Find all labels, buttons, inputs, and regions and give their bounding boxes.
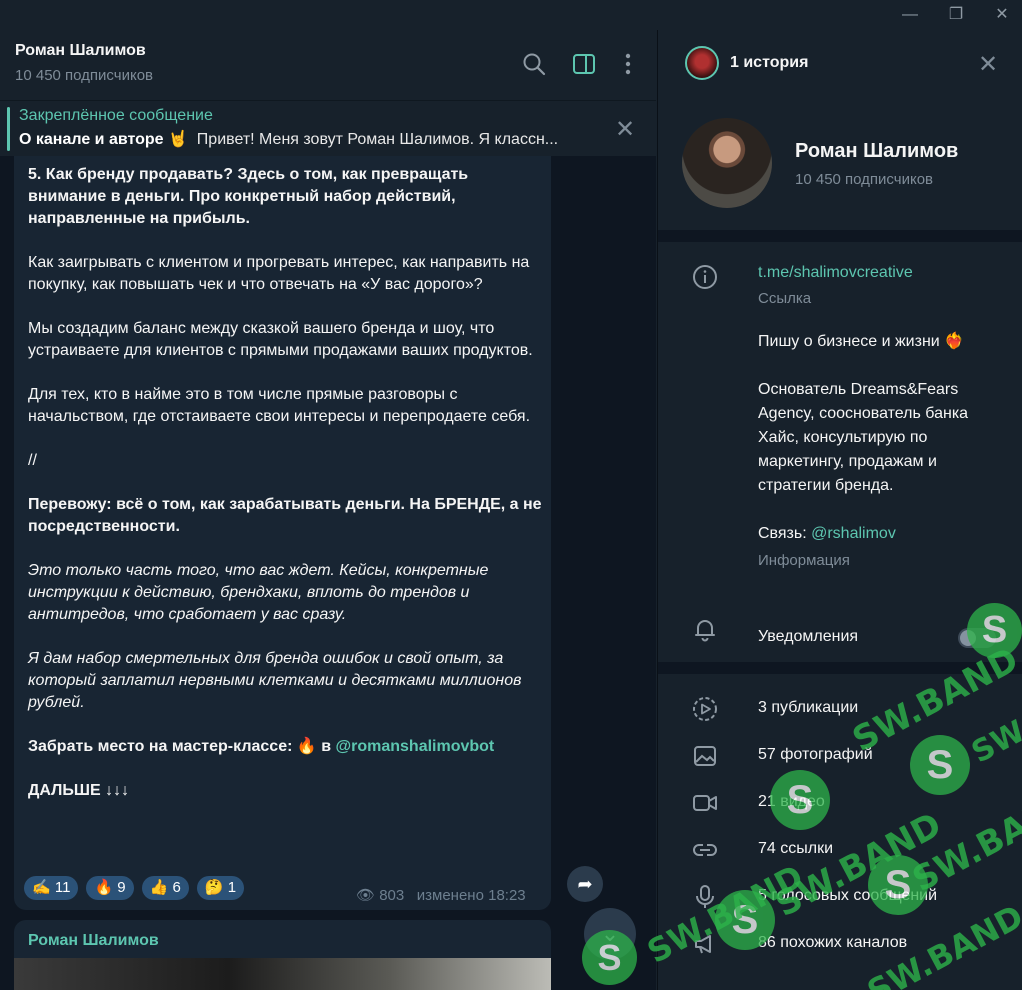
message-paragraph: Как заигрывать с клиентом и прогревать и… <box>28 254 530 293</box>
photo-icon <box>694 746 716 766</box>
channel-info-panel: 1 история ✕ Роман Шалимов 10 450 подписч… <box>657 30 1022 990</box>
megaphone-icon <box>695 935 711 954</box>
pinned-bold: О канале и авторе 🤘 <box>19 131 188 148</box>
eye-icon: 👁 <box>356 887 376 904</box>
reaction-writing[interactable]: ✍️ 11 <box>24 876 79 900</box>
message-paragraph: Мы создадим баланс между сказкой вашего … <box>28 320 533 359</box>
media-label: 57 фотографий <box>758 746 873 763</box>
minimize-button[interactable]: — <box>898 4 922 26</box>
stories-count[interactable]: 1 история <box>730 54 808 72</box>
profile-subscribers: 10 450 подписчиков <box>795 171 934 188</box>
media-row-videos[interactable]: 21 видео <box>658 780 1022 827</box>
notifications-toggle[interactable] <box>958 628 996 648</box>
message-paragraph: Это только часть того, что вас ждет. Кей… <box>28 562 489 623</box>
chat-title: Роман Шалимов <box>15 42 146 59</box>
link-caption: Ссылка <box>758 290 812 307</box>
story-avatar[interactable] <box>685 46 719 80</box>
media-label: 5 голосовых сообщений <box>758 887 938 904</box>
reaction-thumbs-up[interactable]: 👍 6 <box>141 876 189 900</box>
media-label: 74 ссылки <box>758 840 834 857</box>
toggle-knob <box>960 630 976 646</box>
maximize-button[interactable]: ❐ <box>944 4 968 26</box>
mic-icon <box>696 885 714 908</box>
scroll-down-button[interactable]: ⌄ <box>584 908 636 960</box>
reaction-fire[interactable]: 🔥 9 <box>86 876 134 900</box>
contact-link[interactable]: @rshalimov <box>811 525 896 542</box>
reactions: ✍️ 11 🔥 9 👍 6 🤔 1 <box>24 876 245 900</box>
title-bar: — ❐ ✕ <box>0 0 1022 30</box>
message-paragraph: Для тех, кто в найме это в том числе пря… <box>28 386 531 425</box>
close-icon[interactable]: ✕ <box>615 115 635 144</box>
pinned-indicator <box>7 107 10 151</box>
close-icon[interactable]: ✕ <box>978 50 998 79</box>
profile-name: Роман Шалимов <box>795 140 959 162</box>
message-bubble[interactable]: Роман Шалимов <box>14 920 551 990</box>
pinned-preview: О канале и авторе 🤘 Привет! Меня зовут Р… <box>19 129 589 149</box>
message-paragraph: Перевожу: всё о том, как зарабатывать де… <box>28 496 542 535</box>
more-menu-icon[interactable] <box>614 50 642 78</box>
chat-messages[interactable]: 5. Как бренду продавать? Здесь о том, ка… <box>0 156 656 990</box>
avatar[interactable] <box>682 118 772 208</box>
message-meta: 👁 803 изменено 18:23 <box>356 886 526 904</box>
reaction-thinking[interactable]: 🤔 1 <box>196 876 245 900</box>
notifications-label: Уведомления <box>758 628 859 645</box>
message-paragraph: Я дам набор смертельных для бренда ошибо… <box>28 650 522 711</box>
channel-link[interactable]: t.me/shalimovcreative <box>758 264 913 282</box>
story-icon <box>693 697 717 721</box>
media-section: 3 публикации 57 фотографий 21 видео 74 с… <box>658 674 1022 990</box>
bell-icon <box>695 620 715 642</box>
video-icon <box>693 795 717 811</box>
media-row-photos[interactable]: 57 фотографий <box>658 733 1022 780</box>
bio-line: Основатель Dreams&Fears Agency, сооснова… <box>758 381 969 494</box>
media-row-publications[interactable]: 3 публикации <box>658 686 1022 733</box>
edited-time: изменено 18:23 <box>416 887 526 904</box>
bio-line: Пишу о бизнесе и жизни ❤️‍🔥 <box>758 333 965 350</box>
media-label: 3 публикации <box>758 699 859 716</box>
message-author: Роман Шалимов <box>28 932 159 949</box>
message-paragraph: Забрать место на мастер-классе: 🔥 в @rom… <box>28 736 543 758</box>
message-image[interactable] <box>14 958 551 990</box>
message-paragraph: ДАЛЬШЕ ↓↓↓ <box>28 782 130 799</box>
info-caption: Информация <box>758 552 850 569</box>
message-text: 5. Как бренду продавать? Здесь о том, ка… <box>28 164 543 824</box>
pinned-title: Закреплённое сообщение <box>19 107 213 124</box>
close-window-button[interactable]: ✕ <box>990 4 1014 26</box>
message-bubble[interactable]: 5. Как бренду продавать? Здесь о том, ка… <box>14 156 551 910</box>
sidebar-toggle-icon[interactable] <box>570 50 598 78</box>
info-section: t.me/shalimovcreative Ссылка Пишу о бизн… <box>658 242 1022 662</box>
channel-description: Пишу о бизнесе и жизни ❤️‍🔥 Основатель D… <box>758 330 998 546</box>
message-paragraph: 5. Как бренду продавать? Здесь о том, ка… <box>28 166 469 227</box>
chat-header[interactable]: Роман Шалимов 10 450 подписчиков <box>0 30 656 100</box>
info-icon <box>693 265 717 289</box>
pinned-text: Привет! Меня зовут Роман Шалимов. Я клас… <box>196 131 559 148</box>
media-label: 86 похожих каналов <box>758 934 908 951</box>
chat-subscribers: 10 450 подписчиков <box>15 67 154 84</box>
media-label: 21 видео <box>758 793 825 810</box>
media-row-similar-channels[interactable]: 86 похожих каналов <box>658 921 1022 968</box>
media-row-voice[interactable]: 5 голосовых сообщений <box>658 874 1022 921</box>
pinned-message-bar[interactable]: Закреплённое сообщение О канале и авторе… <box>0 100 656 156</box>
search-icon[interactable] <box>520 50 548 78</box>
bot-link[interactable]: @romanshalimovbot <box>336 738 495 755</box>
contact-line: Связь: @rshalimov <box>758 525 896 542</box>
message-paragraph: // <box>28 452 37 469</box>
share-button[interactable]: ➦ <box>567 866 603 902</box>
profile-header: 1 история ✕ Роман Шалимов 10 450 подписч… <box>658 30 1022 230</box>
media-row-links[interactable]: 74 ссылки <box>658 827 1022 874</box>
view-count: 803 <box>379 887 405 904</box>
link-icon <box>693 844 717 856</box>
cta-text: Забрать место на мастер-классе: 🔥 в <box>28 738 336 755</box>
